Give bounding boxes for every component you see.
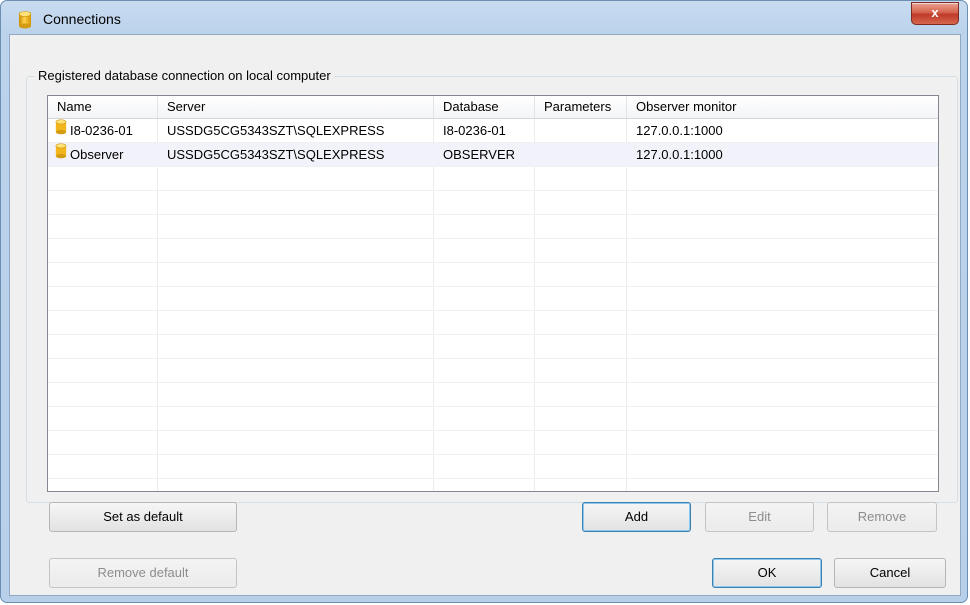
connections-list[interactable]: Name Server Database Parameters Observer…	[47, 95, 939, 492]
cell-server: USSDG5CG5343SZT\SQLEXPRESS	[167, 147, 385, 162]
row-name-text: I8-0236-01	[70, 123, 133, 138]
empty-row	[48, 191, 938, 215]
set-as-default-button[interactable]: Set as default	[49, 502, 237, 532]
empty-row	[48, 407, 938, 431]
row-name-text: Observer	[70, 147, 124, 162]
table-row[interactable]: I8-0236-01 USSDG5CG5343SZT\SQLEXPRESS I8…	[48, 119, 938, 143]
database-icon	[55, 119, 67, 143]
table-row[interactable]: Observer USSDG5CG5343SZT\SQLEXPRESS OBSE…	[48, 143, 938, 167]
window-title: Connections	[43, 11, 121, 27]
cell-observer-monitor: 127.0.0.1:1000	[636, 147, 723, 162]
empty-row	[48, 383, 938, 407]
add-button[interactable]: Add	[582, 502, 691, 532]
cell-name: I8-0236-01	[48, 119, 158, 143]
cell-database: I8-0236-01	[443, 123, 506, 138]
cell-observer-monitor: 127.0.0.1:1000	[636, 123, 723, 138]
empty-row	[48, 287, 938, 311]
cell-database: OBSERVER	[443, 147, 516, 162]
ok-button[interactable]: OK	[712, 558, 822, 588]
column-header-database[interactable]: Database	[434, 96, 535, 118]
empty-row	[48, 335, 938, 359]
cell-parameters	[535, 143, 627, 167]
empty-row	[48, 239, 938, 263]
empty-row	[48, 215, 938, 239]
title-bar[interactable]: Connections x	[1, 1, 967, 35]
column-header-name[interactable]: Name	[48, 96, 158, 118]
empty-row	[48, 263, 938, 287]
database-icon	[18, 11, 32, 32]
cancel-button[interactable]: Cancel	[834, 558, 946, 588]
column-header-observer-monitor[interactable]: Observer monitor	[627, 96, 938, 118]
edit-button[interactable]: Edit	[705, 502, 814, 532]
connections-window: Connections x Registered database connec…	[0, 0, 968, 603]
cell-server: USSDG5CG5343SZT\SQLEXPRESS	[167, 123, 385, 138]
column-header-server[interactable]: Server	[158, 96, 434, 118]
empty-row	[48, 359, 938, 383]
close-icon: x	[931, 5, 939, 20]
list-body: I8-0236-01 USSDG5CG5343SZT\SQLEXPRESS I8…	[48, 119, 938, 491]
database-icon	[55, 143, 67, 167]
cell-parameters	[535, 119, 627, 143]
list-header: Name Server Database Parameters Observer…	[48, 96, 938, 119]
group-legend: Registered database connection on local …	[35, 68, 334, 83]
empty-row	[48, 167, 938, 191]
remove-button[interactable]: Remove	[827, 502, 937, 532]
remove-default-button[interactable]: Remove default	[49, 558, 237, 588]
empty-row	[48, 431, 938, 455]
empty-row	[48, 455, 938, 479]
empty-row	[48, 311, 938, 335]
column-header-parameters[interactable]: Parameters	[535, 96, 627, 118]
close-button[interactable]: x	[911, 2, 959, 25]
cell-name: Observer	[48, 143, 158, 167]
